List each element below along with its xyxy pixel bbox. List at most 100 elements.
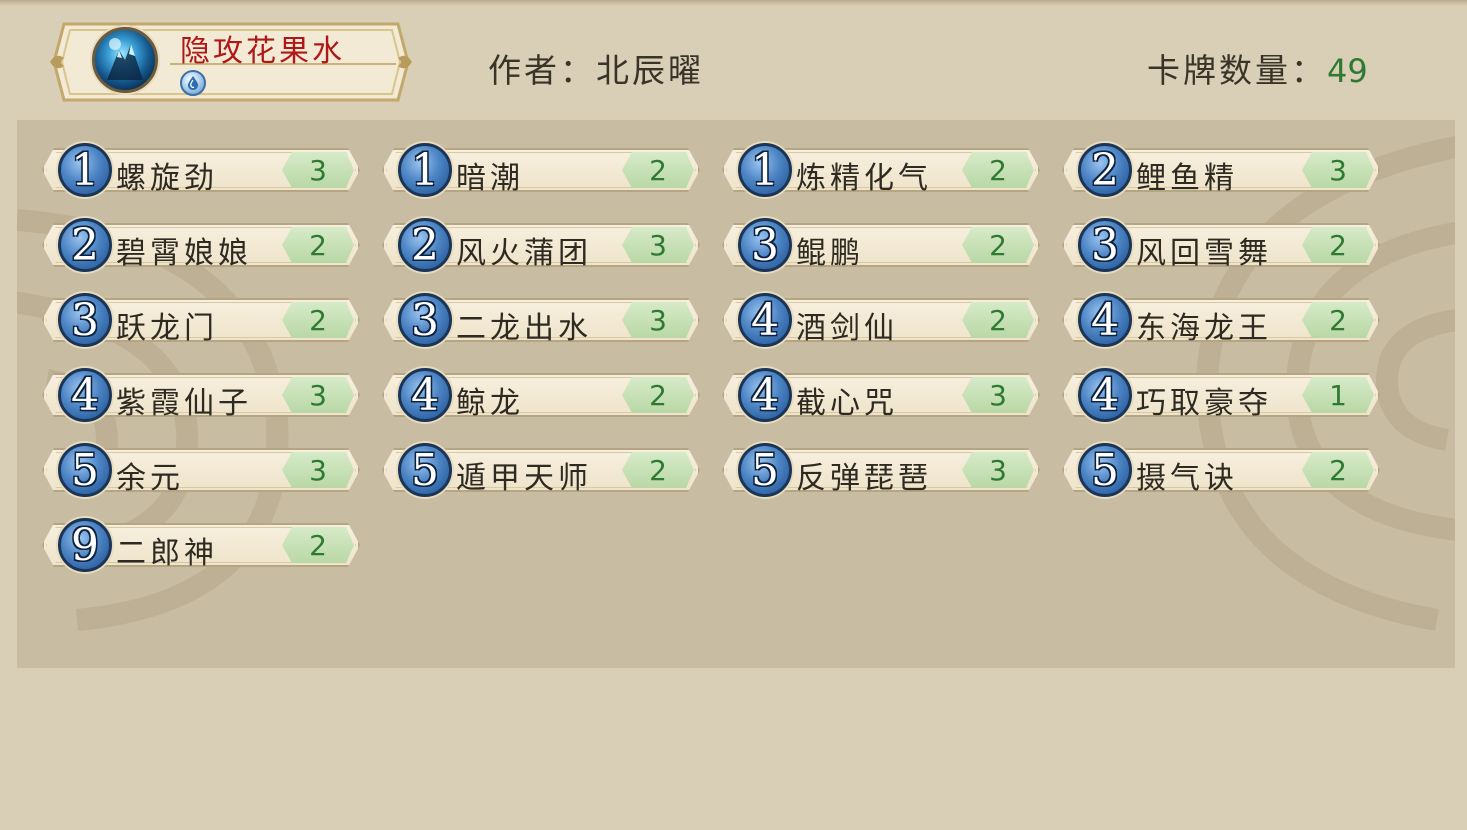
card-name: 跃龙门: [116, 311, 218, 346]
card-cost: 4: [71, 370, 99, 421]
card-name: 摄气诀: [1136, 461, 1238, 496]
card-cost-orb: 1: [738, 143, 792, 197]
card-entry[interactable]: 2 1 炼精化气: [722, 143, 1040, 197]
card-cost: 4: [1091, 295, 1119, 346]
card-count: 2: [649, 154, 667, 187]
card-name: 余元: [116, 461, 184, 496]
card-name: 紫霞仙子: [116, 386, 252, 421]
card-entry[interactable]: 2 5 摄气诀: [1062, 443, 1380, 497]
card-entry[interactable]: 1 4 巧取豪夺: [1062, 368, 1380, 422]
card-name: 巧取豪夺: [1136, 386, 1272, 421]
card-entry[interactable]: 2 5 遁甲天师: [382, 443, 700, 497]
card-name: 风回雪舞: [1136, 236, 1272, 271]
card-entry[interactable]: 2 4 东海龙王: [1062, 293, 1380, 347]
card-cost: 4: [411, 370, 439, 421]
card-cost: 3: [751, 220, 779, 271]
card-count: 3: [649, 229, 667, 262]
author-info: 作者：北辰曜: [488, 44, 704, 92]
card-cost: 3: [71, 295, 99, 346]
card-cost-orb: 1: [398, 143, 452, 197]
card-entry[interactable]: 3 3 二龙出水: [382, 293, 700, 347]
card-entry[interactable]: 2 4 鲸龙: [382, 368, 700, 422]
card-cost-orb: 3: [398, 293, 452, 347]
card-cost: 5: [411, 445, 439, 496]
card-cost: 2: [71, 220, 99, 271]
card-cost-orb: 3: [58, 293, 112, 347]
card-count: 2: [989, 304, 1007, 337]
card-cost-orb: 3: [1078, 218, 1132, 272]
top-border: [0, 0, 1467, 6]
card-entry[interactable]: 3 4 紫霞仙子: [42, 368, 360, 422]
card-cost: 3: [1091, 220, 1119, 271]
card-entry[interactable]: 3 2 鲤鱼精: [1062, 143, 1380, 197]
card-entry[interactable]: 3 4 截心咒: [722, 368, 1040, 422]
card-cost-orb: 4: [1078, 368, 1132, 422]
card-count: 1: [1329, 379, 1347, 412]
card-entry[interactable]: 2 1 暗潮: [382, 143, 700, 197]
card-count: 2: [649, 454, 667, 487]
card-cost: 5: [1091, 445, 1119, 496]
card-name: 风火蒲团: [456, 236, 592, 271]
card-entry[interactable]: 2 9 二郎神: [42, 518, 360, 572]
card-entry[interactable]: 3 2 风火蒲团: [382, 218, 700, 272]
card-cost-orb: 3: [738, 218, 792, 272]
card-name: 遁甲天师: [456, 461, 592, 496]
card-name: 螺旋劲: [116, 161, 218, 196]
card-count: 2: [309, 229, 327, 262]
card-count: 2: [309, 304, 327, 337]
card-cost: 1: [71, 145, 99, 196]
card-cost-orb: 4: [738, 368, 792, 422]
card-count: 2: [649, 379, 667, 412]
card-cost-orb: 5: [738, 443, 792, 497]
card-cost: 9: [71, 520, 99, 571]
card-count: 2: [989, 154, 1007, 187]
card-entry[interactable]: 2 2 碧霄娘娘: [42, 218, 360, 272]
card-name: 截心咒: [796, 386, 898, 421]
card-count: 3: [309, 379, 327, 412]
deck-title-plaque[interactable]: 隐攻花果水: [50, 18, 412, 106]
card-name: 鲤鱼精: [1136, 161, 1238, 196]
card-cost-orb: 2: [1078, 143, 1132, 197]
card-cost: 2: [411, 220, 439, 271]
card-count: 3: [649, 304, 667, 337]
card-entry[interactable]: 2 4 酒剑仙: [722, 293, 1040, 347]
card-count: 3: [309, 454, 327, 487]
card-cost: 4: [1091, 370, 1119, 421]
card-cost-orb: 4: [1078, 293, 1132, 347]
card-entry[interactable]: 3 1 螺旋劲: [42, 143, 360, 197]
card-name: 鲸龙: [456, 386, 524, 421]
card-name: 反弹琵琶: [796, 461, 932, 496]
card-count: 3: [989, 379, 1007, 412]
card-count: 2: [1329, 304, 1347, 337]
card-name: 碧霄娘娘: [116, 236, 252, 271]
card-entry[interactable]: 3 5 反弹琵琶: [722, 443, 1040, 497]
card-cost: 1: [751, 145, 779, 196]
deck-name: 隐攻花果水: [180, 34, 345, 69]
card-entry[interactable]: 2 3 鲲鹏: [722, 218, 1040, 272]
author-name: 北辰曜: [596, 51, 704, 90]
card-count: 3: [989, 454, 1007, 487]
card-name: 炼精化气: [796, 161, 932, 196]
card-count-value: 49: [1327, 52, 1368, 90]
card-cost-orb: 5: [1078, 443, 1132, 497]
card-cost-orb: 9: [58, 518, 112, 572]
card-name: 酒剑仙: [796, 311, 898, 346]
card-entry[interactable]: 2 3 风回雪舞: [1062, 218, 1380, 272]
card-cost-orb: 1: [58, 143, 112, 197]
card-count: 2: [1329, 454, 1347, 487]
card-entry[interactable]: 3 5 余元: [42, 443, 360, 497]
card-cost-orb: 4: [738, 293, 792, 347]
ice-mountain-avatar-icon: [92, 27, 158, 93]
card-cost-orb: 4: [58, 368, 112, 422]
card-entry[interactable]: 2 3 跃龙门: [42, 293, 360, 347]
card-count-info: 卡牌数量：49: [1147, 44, 1368, 92]
card-cost: 2: [1091, 145, 1119, 196]
card-count: 3: [309, 154, 327, 187]
card-name: 二龙出水: [456, 311, 592, 346]
card-cost: 5: [71, 445, 99, 496]
card-count: 2: [1329, 229, 1347, 262]
card-cost: 1: [411, 145, 439, 196]
card-cost: 5: [751, 445, 779, 496]
card-count: 3: [1329, 154, 1347, 187]
card-cost: 4: [751, 370, 779, 421]
